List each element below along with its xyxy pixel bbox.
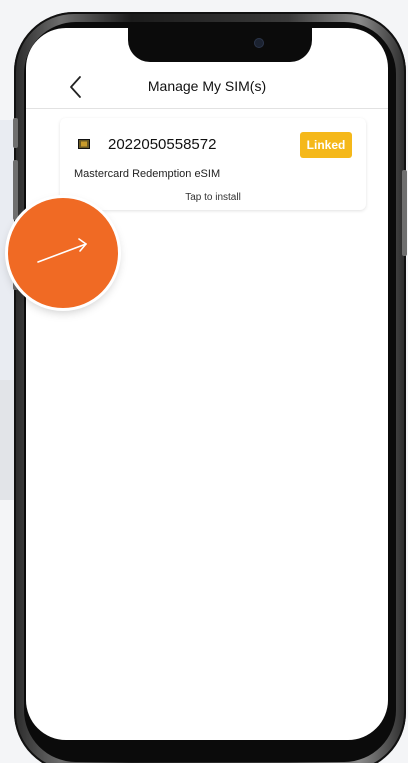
sim-card[interactable]: 2022050558572 Linked Mastercard Redempti… — [60, 118, 366, 210]
camera-icon — [254, 38, 264, 48]
scene: Manage My SIM(s) 2022050558572 Linked Ma… — [0, 0, 408, 763]
sim-chip-icon — [78, 139, 90, 149]
sim-number: 2022050558572 — [108, 136, 217, 153]
notch — [128, 28, 312, 62]
sim-name: Mastercard Redemption eSIM — [74, 168, 221, 180]
arrow-up-right-icon — [37, 238, 87, 263]
phone-power-button — [402, 170, 407, 256]
phone-screen: Manage My SIM(s) 2022050558572 Linked Ma… — [26, 28, 388, 740]
page-title: Manage My SIM(s) — [147, 78, 267, 94]
indicator-circle — [8, 198, 118, 308]
page-header: Manage My SIM(s) — [26, 70, 388, 109]
status-badge: Linked — [300, 132, 352, 158]
phone-side-button — [13, 118, 18, 148]
